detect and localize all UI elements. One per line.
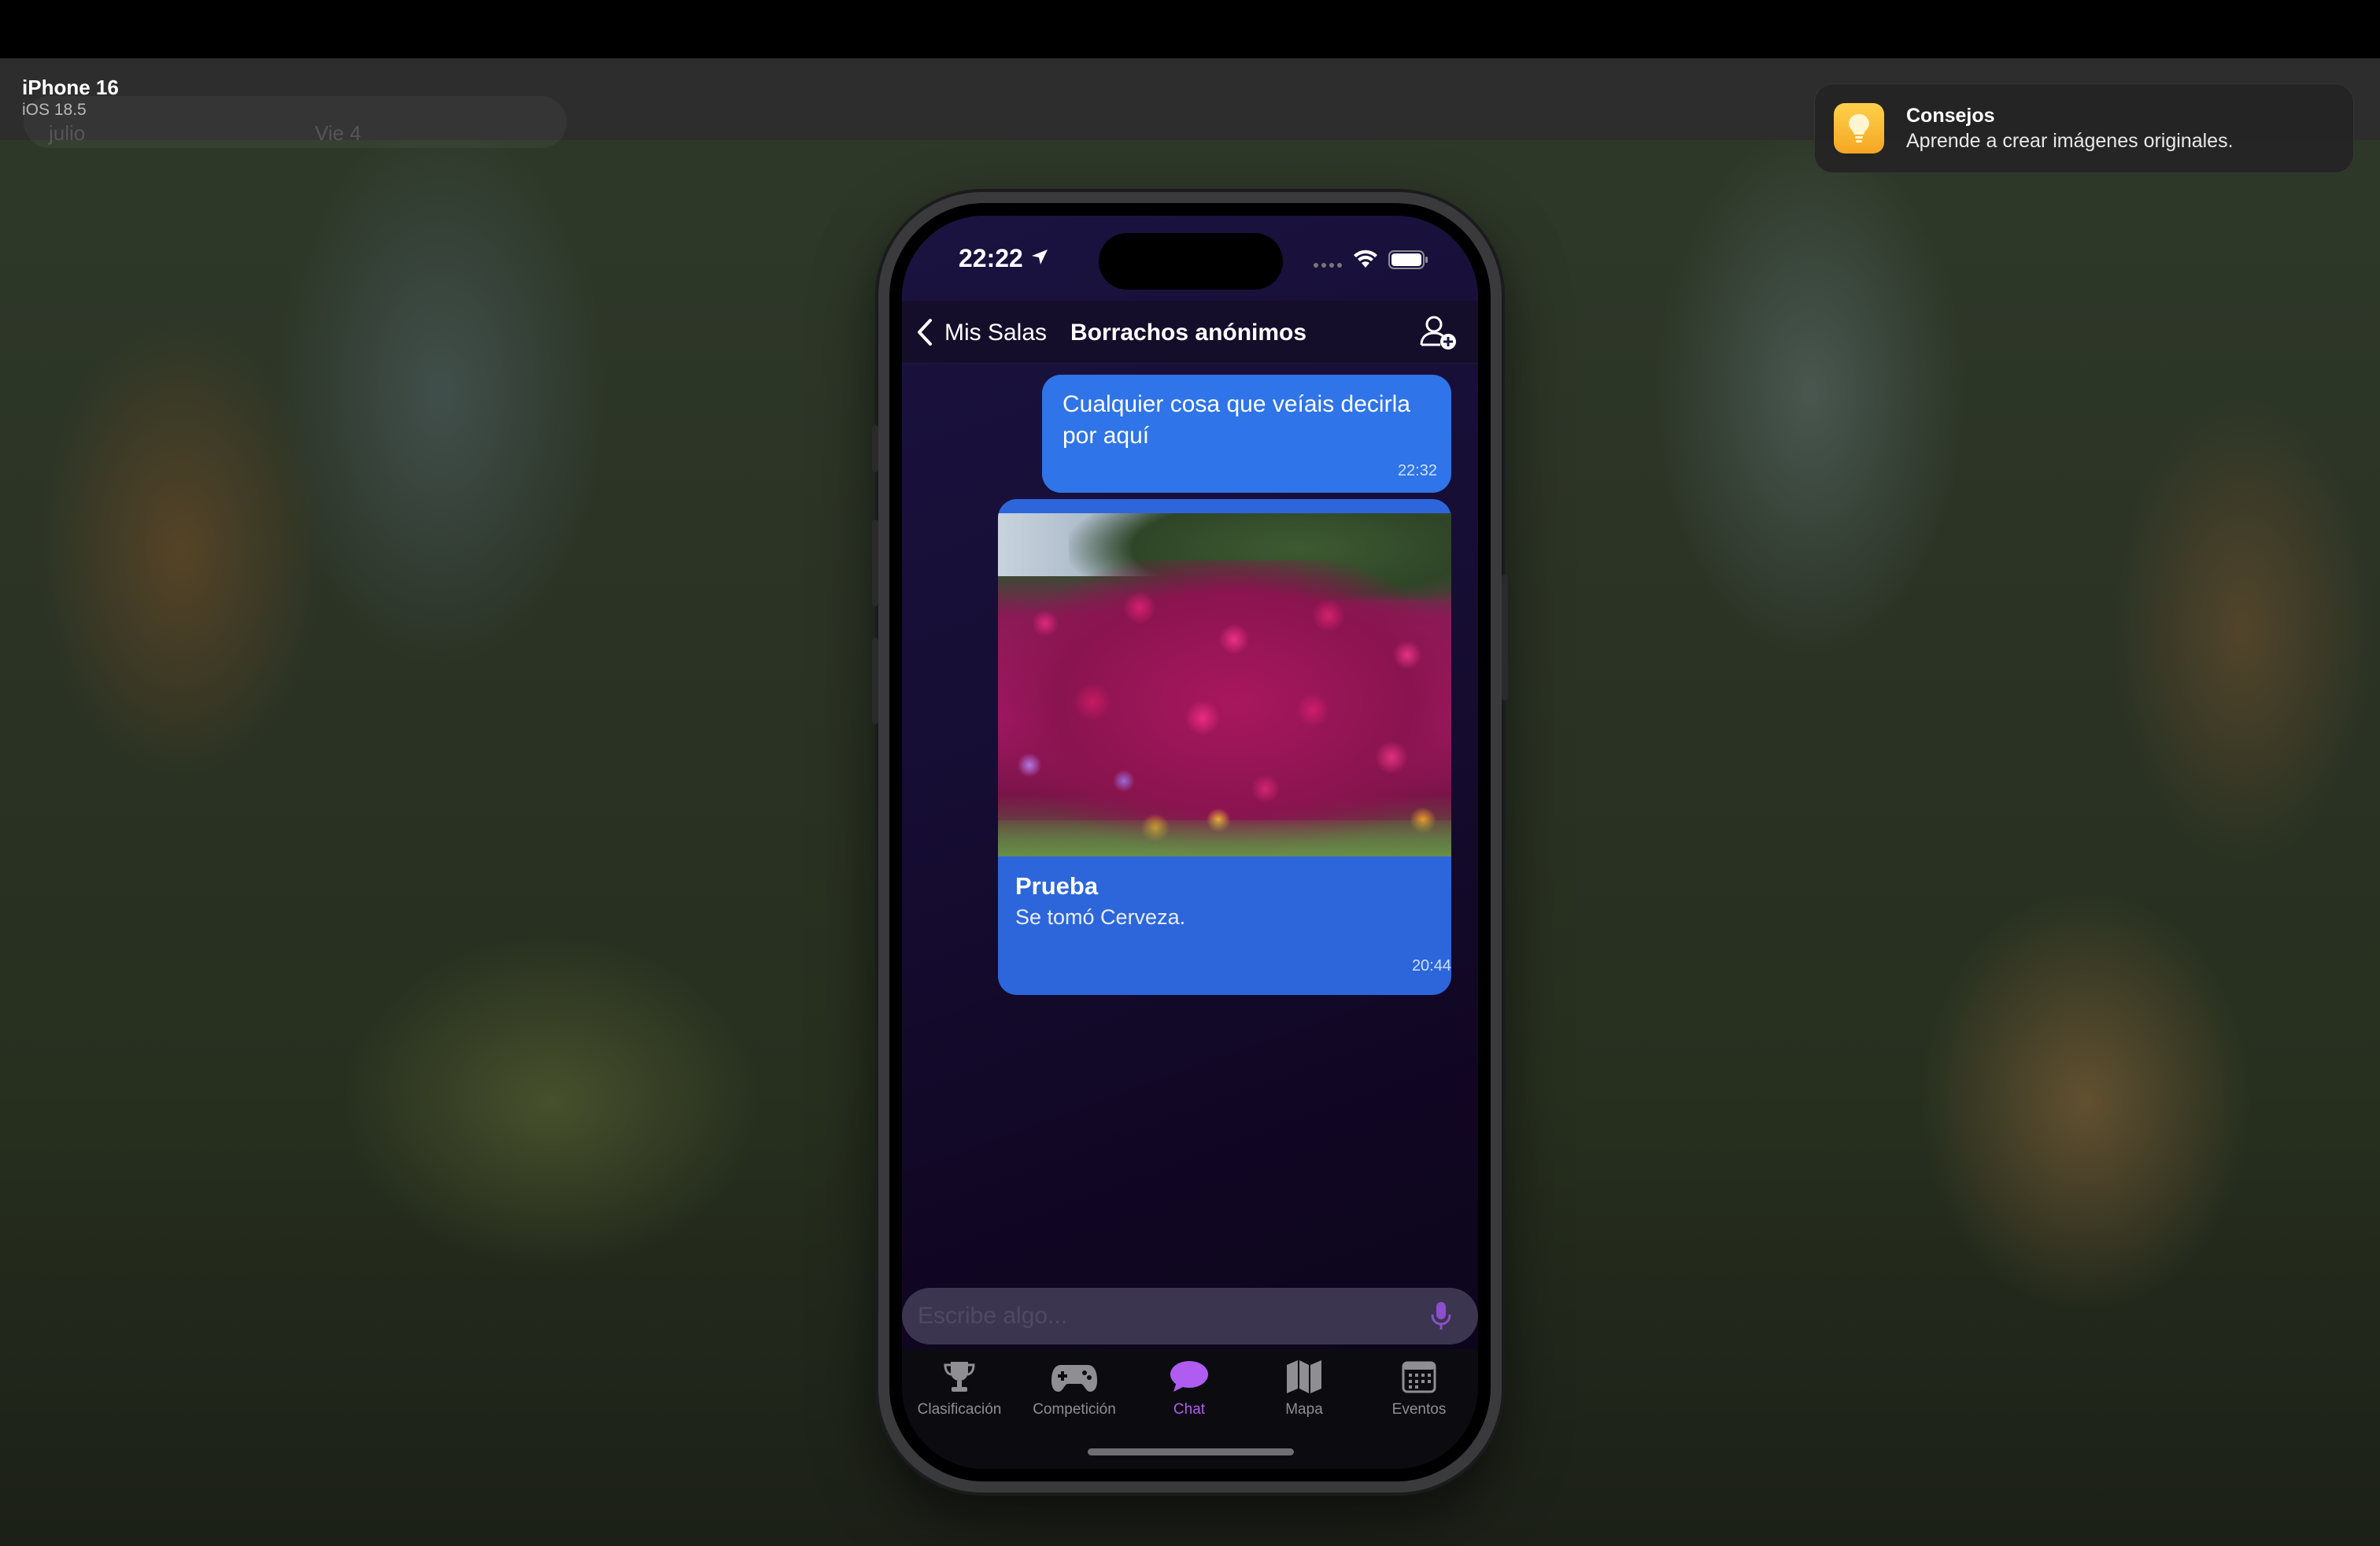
image-message-card[interactable]: Prueba Se tomó Cerveza. 20:44 — [998, 499, 1451, 995]
add-user-icon[interactable] — [1418, 315, 1459, 351]
tab-label: Eventos — [1391, 1401, 1447, 1418]
tab-eventos[interactable]: Eventos — [1362, 1359, 1476, 1418]
battery-icon — [1388, 250, 1428, 269]
card-text: Se tomó Cerveza. — [1015, 905, 1186, 929]
background-pill — [24, 96, 567, 148]
home-indicator[interactable] — [1088, 1448, 1294, 1455]
back-button[interactable]: Mis Salas — [944, 320, 1047, 346]
chevron-left-icon[interactable] — [916, 318, 933, 346]
lightbulb-icon — [1834, 103, 1884, 153]
tab-label: Competición — [1033, 1401, 1116, 1418]
photo-leaves — [998, 820, 1451, 856]
tab-label: Clasificación — [917, 1401, 1002, 1418]
location-arrow-icon — [1032, 250, 1048, 264]
phone-screen: 22:22 Mis Salas Borrachos anónimos Cualq… — [902, 216, 1478, 1469]
page-title: Borrachos anónimos — [1070, 320, 1307, 346]
os-version: iOS 18.5 — [22, 101, 87, 119]
microphone-icon[interactable] — [1431, 1300, 1451, 1332]
pink-flowers-photo[interactable] — [998, 513, 1451, 856]
message-time: 20:44 — [1411, 957, 1451, 975]
photo-flowers — [998, 560, 1451, 856]
volume-down-button — [872, 638, 878, 724]
navigation-bar: Mis Salas Borrachos anónimos — [902, 301, 1478, 364]
power-button — [1502, 575, 1508, 701]
tab-clasificacion[interactable]: Clasificación — [902, 1359, 1017, 1418]
tips-notification[interactable]: Consejos Aprende a crear imágenes origin… — [1814, 83, 2354, 173]
gamecontroller-icon — [1051, 1365, 1097, 1392]
calendar-icon — [1402, 1361, 1436, 1393]
message-text: Cualquier cosa que veíais decirla por aq… — [1062, 391, 1410, 449]
tab-competicion[interactable]: Competición — [1017, 1359, 1132, 1418]
background-text-day: Vie 4 — [315, 121, 361, 145]
map-icon — [1287, 1360, 1321, 1393]
notification-body: Aprende a crear imágenes originales. — [1906, 130, 2234, 152]
menu-bar — [0, 0, 2380, 58]
dynamic-island — [1099, 233, 1283, 290]
trophy-icon — [944, 1362, 975, 1392]
tab-chat[interactable]: Chat — [1132, 1359, 1247, 1418]
tab-label: Chat — [1173, 1401, 1206, 1418]
device-name: iPhone 16 — [22, 76, 119, 99]
tab-label: Mapa — [1285, 1401, 1323, 1418]
message-input[interactable] — [918, 1288, 1406, 1344]
message-bubble[interactable]: Cualquier cosa que veíais decirla por aq… — [1042, 375, 1451, 493]
chat-bubble-icon — [1170, 1361, 1208, 1392]
action-button — [872, 425, 878, 472]
message-composer — [902, 1288, 1478, 1344]
cellular-dots-icon — [1314, 263, 1342, 268]
background-text-month: julio — [49, 121, 86, 145]
message-time: 22:32 — [1397, 462, 1437, 479]
status-time: 22:22 — [959, 244, 1023, 272]
notification-title: Consejos — [1906, 105, 1995, 127]
card-title: Prueba — [1015, 872, 1099, 900]
wifi-icon — [1354, 250, 1377, 268]
tab-mapa[interactable]: Mapa — [1247, 1359, 1362, 1418]
volume-up-button — [872, 520, 878, 606]
